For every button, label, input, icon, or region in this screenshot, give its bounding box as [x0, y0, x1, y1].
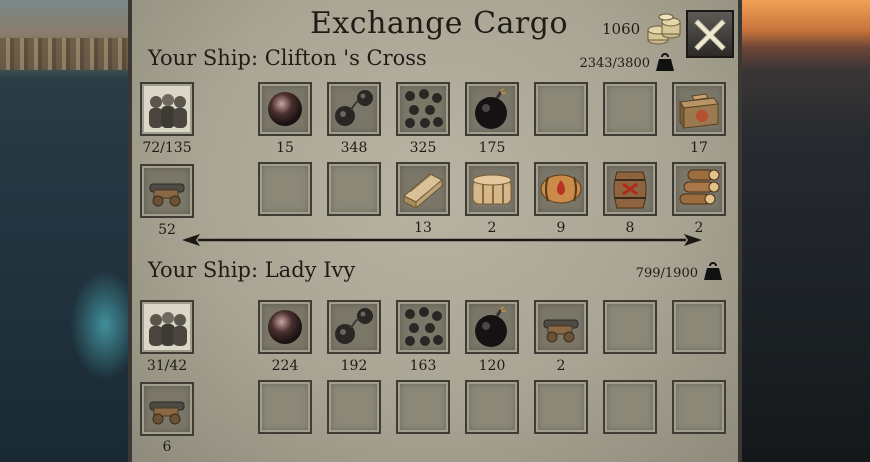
- cargo-count: 120: [478, 358, 506, 374]
- ship1-crew-count: 72/135: [142, 140, 192, 156]
- ship2-cargo-slot[interactable]: [258, 300, 312, 354]
- bomb-icon: [475, 88, 507, 129]
- background-sea-left: [0, 0, 140, 462]
- ship1-cannons-slot[interactable]: [140, 164, 194, 218]
- ship1-cargo-slot-empty[interactable]: [603, 82, 657, 136]
- crew-icon: [144, 304, 190, 350]
- ship1-cargo-slot[interactable]: [396, 82, 450, 136]
- ship2-crew-count: 31/42: [146, 358, 188, 374]
- ship1-cargo-slot[interactable]: [327, 82, 381, 136]
- cargo-count: 348: [340, 140, 368, 156]
- cargo-count: 192: [340, 358, 368, 374]
- cargo-count: 224: [271, 358, 299, 374]
- ship1-name: Your Ship: Clifton 's Cross: [148, 46, 427, 70]
- ship1-cargo-slot[interactable]: [396, 162, 450, 216]
- ship1-cargo-slot-empty[interactable]: [534, 82, 588, 136]
- ship2-cannons-count: 6: [162, 439, 172, 455]
- ship2-cargo-slot-empty[interactable]: [327, 380, 381, 434]
- gold-coins-icon: [647, 13, 681, 45]
- ship2-cannons-slot[interactable]: [140, 382, 194, 436]
- weight-icon: [656, 53, 674, 71]
- close-icon: [694, 19, 726, 51]
- cannon-icon: [543, 319, 579, 343]
- ship2-cargo-slot-empty[interactable]: [603, 300, 657, 354]
- ship1-cargo-slot[interactable]: [672, 82, 726, 136]
- ship1-cargo-slot[interactable]: [534, 162, 588, 216]
- chain-shot-icon: [335, 90, 373, 126]
- ship2-cargo-slot-empty[interactable]: [396, 380, 450, 434]
- sail-cloth-icon: [472, 174, 512, 205]
- chain-shot-icon: [335, 308, 373, 344]
- ship2-crew-slot[interactable]: [140, 300, 194, 354]
- planks-icon: [403, 171, 443, 210]
- ship1-cargo-slot[interactable]: [465, 162, 519, 216]
- rum-barrel-icon: [540, 174, 582, 204]
- crew-icon: [144, 86, 190, 132]
- ship2-cargo-slot[interactable]: [327, 300, 381, 354]
- grapeshot-icon: [405, 307, 443, 346]
- cargo-count: 2: [556, 358, 566, 374]
- ship2-cargo-slot[interactable]: [465, 300, 519, 354]
- cannonball-round-icon: [268, 92, 302, 126]
- exchange-cargo-panel: Exchange Cargo 1060 Your Ship: Clifton '…: [128, 0, 742, 462]
- cargo-count: 15: [276, 140, 294, 156]
- ship2-name: Your Ship: Lady Ivy: [148, 258, 356, 282]
- ship2-weight: 799/1900: [635, 266, 698, 281]
- cargo-count: 17: [690, 140, 708, 156]
- logs-icon: [679, 169, 720, 205]
- cargo-count: 325: [409, 140, 437, 156]
- ship2-cargo-slot-empty[interactable]: [672, 380, 726, 434]
- background-sea-right: [740, 0, 870, 462]
- cannon-icon: [149, 183, 185, 207]
- ship1-crew-slot[interactable]: [140, 82, 194, 136]
- ship2-cargo-slot-empty[interactable]: [258, 380, 312, 434]
- ship2-cargo-slot[interactable]: [534, 300, 588, 354]
- grapeshot-icon: [405, 89, 443, 128]
- ship2-cargo-slot-empty[interactable]: [534, 380, 588, 434]
- ship1-cargo-slot[interactable]: [603, 162, 657, 216]
- ship2-cargo-slot[interactable]: [396, 300, 450, 354]
- close-button[interactable]: [686, 10, 734, 58]
- cargo-count: 175: [478, 140, 506, 156]
- ship1-cargo-slot[interactable]: [672, 162, 726, 216]
- transfer-arrow-divider: [182, 234, 702, 246]
- cannonball-round-icon: [268, 310, 302, 344]
- ship2-cargo-slot-empty[interactable]: [672, 300, 726, 354]
- cargo-count: 163: [409, 358, 437, 374]
- gunpowder-barrel-icon: [613, 171, 647, 209]
- background-town: [0, 38, 130, 70]
- gold-amount: 1060: [602, 20, 641, 38]
- ship1-cargo-slot[interactable]: [465, 82, 519, 136]
- cannon-icon: [149, 401, 185, 425]
- ship2-cargo-slot-empty[interactable]: [465, 380, 519, 434]
- ship1-cargo-slot-empty[interactable]: [327, 162, 381, 216]
- weight-icon: [704, 262, 722, 280]
- ship1-cargo-slot-empty[interactable]: [258, 162, 312, 216]
- ship2-cargo-slot-empty[interactable]: [603, 380, 657, 434]
- crate-icon: [679, 93, 719, 130]
- ship1-weight: 2343/3800: [579, 56, 650, 71]
- bomb-icon: [475, 306, 507, 347]
- ship1-cargo-slot[interactable]: [258, 82, 312, 136]
